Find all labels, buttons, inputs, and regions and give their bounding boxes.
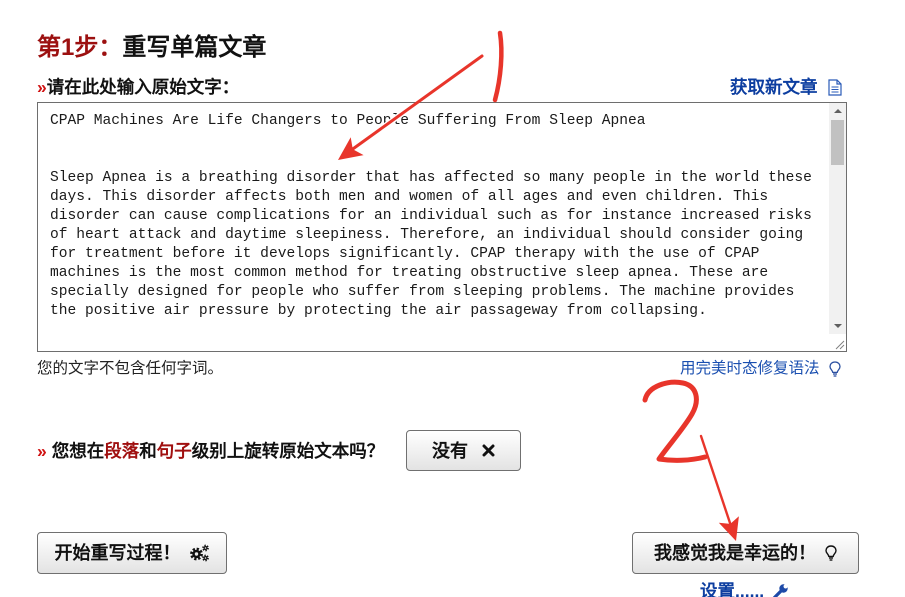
scroll-down-arrow-icon[interactable] xyxy=(829,317,846,334)
bulb-outline xyxy=(828,361,841,374)
textarea-scrollbar[interactable] xyxy=(829,103,846,334)
fix-grammar-label: 用完美时态修复语法 xyxy=(680,360,820,377)
spin-question: » 您想在段落和句子级别上旋转原始文本吗？ xyxy=(37,440,384,462)
start-rewrite-button[interactable]: 开始重写过程！ xyxy=(37,532,227,574)
question-marker: » xyxy=(37,441,47,461)
settings-link[interactable]: 设置...... xyxy=(700,581,789,597)
annotation-digit-2 xyxy=(642,379,708,463)
gear-hole xyxy=(194,552,198,556)
annotation-2 xyxy=(642,379,739,541)
gear-hole xyxy=(204,547,206,549)
fetch-new-article-link[interactable]: 获取新文章 xyxy=(730,76,842,98)
original-text-editor: CPAP Machines Are Life Changers to Peopl… xyxy=(37,102,847,352)
page-title: 第1步：重写单篇文章 xyxy=(37,33,266,63)
original-text-input[interactable]: CPAP Machines Are Life Changers to Peopl… xyxy=(37,102,847,352)
no-spin-toggle-button[interactable]: 没有 xyxy=(406,430,521,471)
document-icon xyxy=(827,78,842,96)
gears-icon xyxy=(189,544,209,562)
wrench-notch xyxy=(783,584,788,589)
annotation-digit-1 xyxy=(492,30,504,103)
annotation-arrow-2-shaft xyxy=(699,434,733,528)
step-number: 第1步： xyxy=(37,34,123,61)
lightbulb-icon xyxy=(828,361,841,377)
grip-line xyxy=(839,344,845,350)
question-text-3: 级别上旋转原始文本吗？ xyxy=(191,441,385,461)
fix-grammar-link[interactable]: 用完美时态修复语法 xyxy=(680,359,841,379)
question-sentence: 句子 xyxy=(156,441,192,461)
feeling-lucky-label: 我感觉我是幸运的！ xyxy=(654,543,816,563)
grip-line xyxy=(835,340,845,350)
feeling-lucky-button[interactable]: 我感觉我是幸运的！ xyxy=(632,532,859,574)
label-marker: » xyxy=(37,77,47,97)
close-icon xyxy=(482,444,495,457)
no-spin-toggle-label: 没有 xyxy=(432,440,468,461)
question-paragraph: 段落 xyxy=(104,441,140,461)
question-text-1: 您想在 xyxy=(51,441,105,461)
scroll-up-arrow-icon[interactable] xyxy=(829,103,846,120)
word-count-status: 您的文字不包含任何字词。 xyxy=(37,360,224,377)
resize-grip-icon[interactable] xyxy=(830,335,846,351)
question-text-2: 和 xyxy=(139,441,157,461)
lightbulb-icon xyxy=(825,545,837,561)
input-label: »请在此处输入原始文字： xyxy=(37,76,239,98)
bulb-outline xyxy=(825,545,837,558)
gear-hole xyxy=(204,557,206,559)
resize-grip-lines xyxy=(835,340,845,350)
wrench-icon xyxy=(773,584,788,597)
step-title: 重写单篇文章 xyxy=(122,34,267,61)
input-label-text: 请在此处输入原始文字： xyxy=(46,77,240,97)
scrollbar-thumb[interactable] xyxy=(831,120,844,165)
settings-label: 设置...... xyxy=(700,581,765,597)
start-rewrite-label: 开始重写过程！ xyxy=(54,543,181,563)
fetch-new-article-label: 获取新文章 xyxy=(730,77,818,97)
